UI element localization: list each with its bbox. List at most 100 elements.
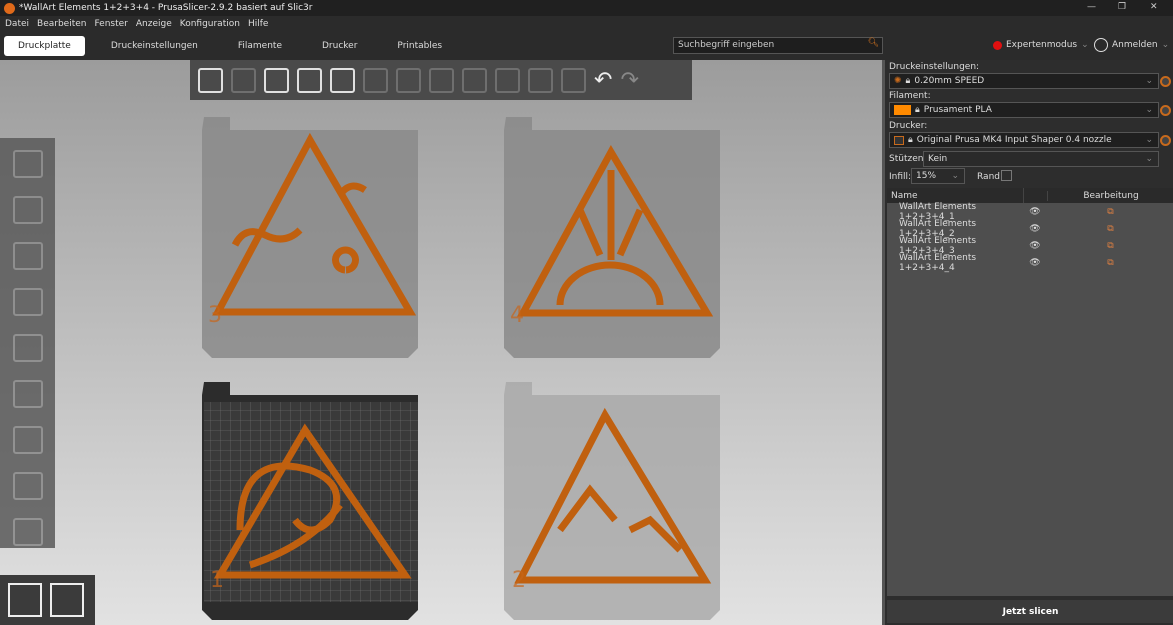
brim-checkbox[interactable] (1001, 170, 1012, 181)
left-toolbar (0, 138, 55, 548)
edit-settings-icon[interactable]: ⧉ (1047, 241, 1173, 251)
add-object-icon[interactable] (198, 67, 223, 93)
delete-icon[interactable] (231, 67, 256, 93)
minimize-button[interactable]: — (1087, 2, 1096, 12)
top-toolbar: ↶ ↷ (190, 60, 692, 100)
object-row[interactable]: WallArt Elements 1+2+3+4_2 👁︎ ⧉ (887, 219, 1173, 239)
view-switcher (0, 575, 95, 625)
printer-edit-icon[interactable] (1160, 135, 1171, 146)
split-objects-icon[interactable] (495, 67, 520, 93)
redo-icon[interactable]: ↷ (620, 68, 638, 93)
copy-icon[interactable] (363, 67, 388, 93)
plate-3 (202, 117, 418, 358)
object-row[interactable]: WallArt Elements 1+2+3+4_3 👁︎ ⧉ (887, 236, 1173, 256)
tab-druckplatte[interactable]: Druckplatte (4, 35, 85, 56)
3d-view-icon[interactable] (8, 583, 42, 617)
tab-printables[interactable]: Printables (383, 36, 456, 56)
infill-select[interactable]: 15% ⌄ (911, 168, 965, 184)
window-title: *WallArt Elements 1+2+3+4 - PrusaSlicer-… (19, 3, 313, 13)
printer-label: Drucker: (889, 121, 928, 131)
print-settings-value: 0.20mm SPEED (914, 76, 985, 86)
app-logo-icon (4, 2, 15, 14)
print-settings-label: Druckeinstellungen: (889, 62, 980, 72)
print-settings-select[interactable]: ✺ 🔒︎ 0.20mm SPEED ⌄ (889, 73, 1159, 89)
undo-icon[interactable]: ↶ (594, 68, 612, 93)
chevron-down-icon: ⌄ (1145, 135, 1153, 145)
eye-icon[interactable]: 👁︎ (1023, 207, 1047, 217)
eye-icon[interactable]: 👁︎ (1023, 241, 1047, 251)
infill-label: Infill: (889, 172, 912, 182)
search-input[interactable]: Suchbegriff eingeben 🔍︎ (673, 37, 883, 54)
user-icon (1094, 38, 1108, 52)
right-panel: Druckeinstellungen: ✺ 🔒︎ 0.20mm SPEED ⌄ Fil… (882, 60, 1173, 625)
login-label: Anmelden (1112, 40, 1158, 50)
rotate-icon[interactable] (12, 242, 43, 270)
multimaterial-painting-icon[interactable] (12, 472, 43, 500)
tab-druckeinstellungen[interactable]: Druckeinstellungen (97, 36, 212, 56)
eye-icon[interactable]: 👁︎ (1023, 258, 1047, 268)
printer-value: Original Prusa MK4 Input Shaper 0.4 nozz… (916, 135, 1112, 145)
3d-viewport[interactable]: 3 4 1 2 ↶ ↷ (0, 60, 882, 625)
edit-settings-icon[interactable]: ⧉ (1047, 207, 1173, 217)
chevron-down-icon: ⌄ (1145, 154, 1153, 164)
menu-konfiguration[interactable]: Konfiguration (180, 19, 240, 29)
brim-label: Rand: (977, 172, 1004, 182)
move-icon[interactable] (12, 150, 43, 178)
measure-icon[interactable] (12, 518, 43, 546)
edit-settings-icon[interactable]: ⧉ (1047, 224, 1173, 234)
supports-select[interactable]: Kein ⌄ (923, 151, 1159, 167)
menu-fenster[interactable]: Fenster (94, 19, 127, 29)
menu-bearbeiten[interactable]: Bearbeiten (37, 19, 86, 29)
maximize-button[interactable]: ❐ (1118, 2, 1126, 12)
filament-value: Prusament PLA (923, 105, 992, 115)
preview-layers-icon[interactable] (50, 583, 84, 617)
close-button[interactable]: ✕ (1150, 2, 1158, 12)
plates-scene: 3 4 1 2 (202, 117, 720, 620)
arrange-selection-icon[interactable] (330, 67, 355, 93)
chevron-down-icon: ⌄ (1145, 105, 1153, 115)
paste-icon[interactable] (396, 67, 421, 93)
print-settings-edit-icon[interactable] (1160, 76, 1171, 87)
arrange-icon[interactable] (297, 67, 322, 93)
edit-settings-icon[interactable]: ⧉ (1047, 258, 1173, 268)
filament-edit-icon[interactable] (1160, 105, 1171, 116)
plate-number-3: 3 (208, 303, 222, 328)
menu-datei[interactable]: Datei (5, 19, 29, 29)
column-name[interactable]: Name (887, 191, 1023, 201)
search-icon[interactable]: 🔍︎ (868, 38, 879, 48)
object-row[interactable]: WallArt Elements 1+2+3+4_4 👁︎ ⧉ (887, 253, 1173, 273)
lock-icon: 🔒︎ (908, 135, 913, 145)
add-instance-icon[interactable] (429, 67, 454, 93)
layer-editing-icon[interactable] (561, 67, 586, 93)
tab-drucker[interactable]: Drucker (308, 36, 371, 56)
menu-anzeige[interactable]: Anzeige (136, 19, 172, 29)
remove-instance-icon[interactable] (462, 67, 487, 93)
login-button[interactable]: Anmelden ⌄ (1094, 38, 1169, 52)
eye-icon[interactable]: 👁︎ (1023, 224, 1047, 234)
support-painting-icon[interactable] (12, 380, 43, 408)
printer-select[interactable]: 🔒︎ Original Prusa MK4 Input Shaper 0.4 no… (889, 132, 1159, 148)
tab-filamente[interactable]: Filamente (224, 36, 296, 56)
column-edit[interactable]: Bearbeitung (1047, 190, 1173, 201)
infill-value: 15% (916, 171, 937, 181)
slice-button[interactable]: Jetzt slicen (887, 600, 1173, 623)
seam-painting-icon[interactable] (12, 426, 43, 454)
cut-icon[interactable] (12, 334, 43, 362)
menu-bar: Datei Bearbeiten Fenster Anzeige Konfigu… (0, 16, 268, 31)
filament-select[interactable]: 🔒︎ Prusament PLA ⌄ (889, 102, 1159, 118)
filament-color-swatch[interactable] (894, 105, 911, 115)
object-row[interactable]: WallArt Elements 1+2+3+4_1 👁︎ ⧉ (887, 202, 1173, 222)
plate-number-1: 1 (210, 568, 224, 593)
split-parts-icon[interactable] (528, 67, 553, 93)
mode-selector[interactable]: Expertenmodus ⌄ (993, 40, 1089, 50)
filament-label: Filament: (889, 91, 931, 101)
place-on-face-icon[interactable] (12, 288, 43, 316)
plate-2 (504, 382, 720, 620)
search-placeholder: Suchbegriff eingeben (678, 40, 775, 50)
scale-icon[interactable] (12, 196, 43, 224)
menu-hilfe[interactable]: Hilfe (248, 19, 268, 29)
mode-label: Expertenmodus (1006, 40, 1078, 50)
printer-icon (894, 135, 904, 145)
gear-icon: ✺ (894, 76, 902, 86)
delete-all-icon[interactable] (264, 67, 289, 93)
